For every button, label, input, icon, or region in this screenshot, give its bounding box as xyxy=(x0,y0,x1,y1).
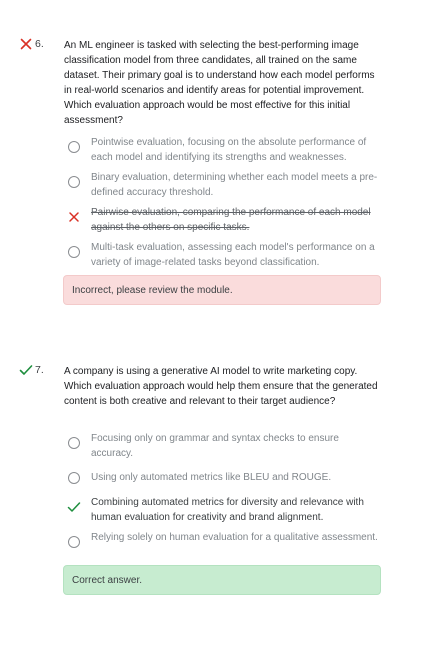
radio-button[interactable] xyxy=(68,437,80,449)
option-label: Relying solely on human evaluation for a… xyxy=(91,532,378,543)
option-label: Pointwise evaluation, focusing on the ab… xyxy=(91,137,367,163)
check-icon xyxy=(19,365,33,375)
option-3-selected-wrong[interactable]: Pairwise evaluation, comparing the perfo… xyxy=(64,205,384,237)
option-label: Pairwise evaluation, comparing the perfo… xyxy=(91,207,371,233)
radio-button[interactable] xyxy=(68,246,80,258)
x-icon xyxy=(69,212,79,222)
question-text: An ML engineer is tasked with selecting … xyxy=(64,40,375,126)
radio-button[interactable] xyxy=(68,536,80,548)
question-number: 6. xyxy=(35,38,44,50)
option-1[interactable]: Focusing only on grammar and syntax chec… xyxy=(64,431,384,463)
option-label: Binary evaluation, determining whether e… xyxy=(91,172,378,198)
option-label: Multi-task evaluation, assessing each mo… xyxy=(91,242,375,268)
option-label: Focusing only on grammar and syntax chec… xyxy=(91,433,339,459)
question-number: 7. xyxy=(35,364,44,376)
radio-button[interactable] xyxy=(68,176,80,188)
option-4[interactable]: Multi-task evaluation, assessing each mo… xyxy=(64,240,384,272)
option-1[interactable]: Pointwise evaluation, focusing on the ab… xyxy=(64,135,384,167)
option-label: Combining automated metrics for diversit… xyxy=(91,497,364,523)
option-2[interactable]: Binary evaluation, determining whether e… xyxy=(64,170,384,202)
radio-button[interactable] xyxy=(68,472,80,484)
feedback-correct: Correct answer. xyxy=(63,565,381,595)
question-text: A company is using a generative AI model… xyxy=(64,366,378,407)
option-4[interactable]: Relying solely on human evaluation for a… xyxy=(64,530,384,562)
feedback-incorrect: Incorrect, please review the module. xyxy=(63,275,381,305)
check-icon xyxy=(67,502,81,512)
option-label: Using only automated metrics like BLEU a… xyxy=(91,472,332,483)
radio-button[interactable] xyxy=(68,141,80,153)
x-icon xyxy=(20,38,32,50)
option-3-selected-correct[interactable]: Combining automated metrics for diversit… xyxy=(64,495,384,527)
